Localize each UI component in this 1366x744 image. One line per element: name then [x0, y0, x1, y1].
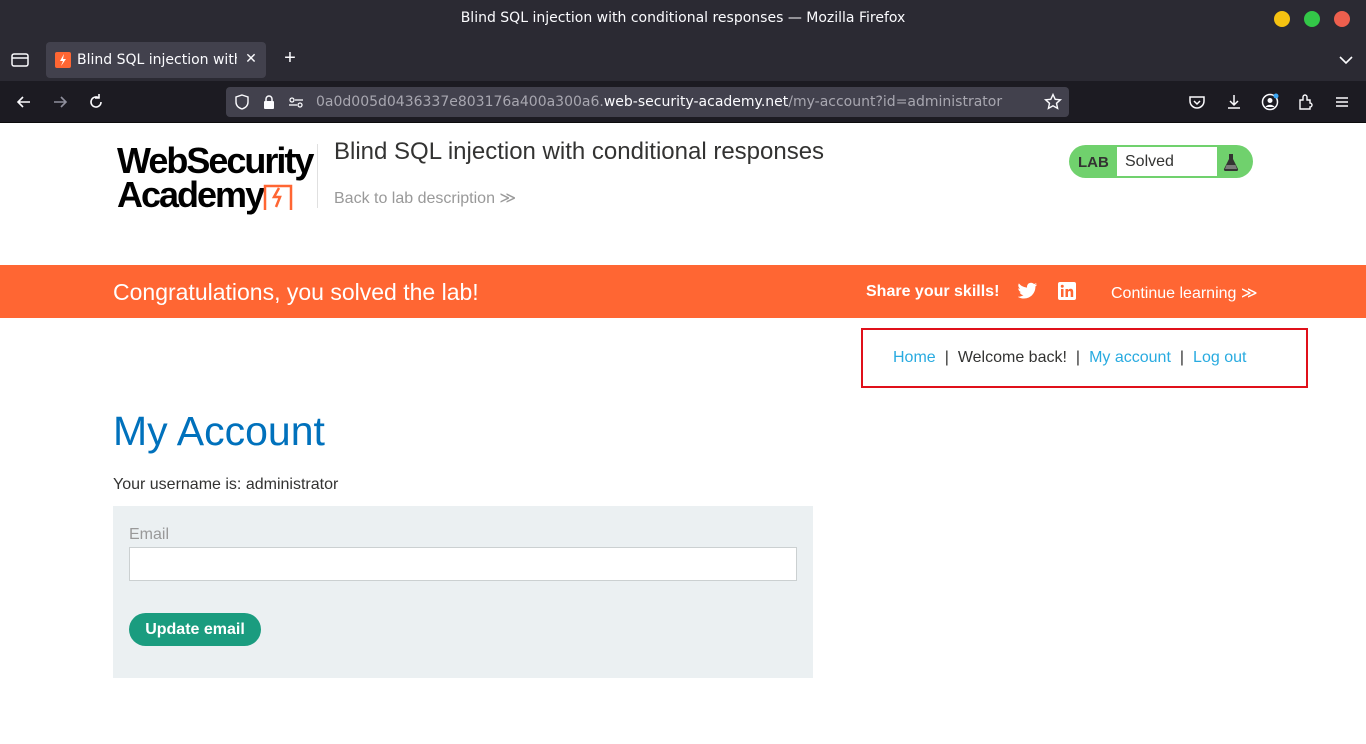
nav-separator: | — [1179, 349, 1185, 366]
header-divider — [317, 144, 318, 208]
lab-status-box: Solved — [1117, 147, 1217, 176]
web-security-academy-logo[interactable]: WebSecurity Academy — [113, 142, 318, 217]
back-icon[interactable] — [14, 92, 34, 112]
lab-status-text: Solved — [1125, 153, 1174, 170]
url-path: /my-account?id=administrator — [788, 94, 1003, 110]
welcome-text: Welcome back! — [957, 349, 1067, 366]
minimize-button[interactable] — [1274, 11, 1290, 27]
maximize-button[interactable] — [1304, 11, 1320, 27]
extensions-icon[interactable] — [1296, 92, 1316, 112]
nav-separator: | — [1075, 349, 1081, 366]
update-email-form: Email Update email — [113, 506, 813, 678]
log-out-link[interactable]: Log out — [1193, 349, 1246, 366]
email-label: Email — [129, 526, 170, 543]
tracking-protection-shield-icon[interactable] — [232, 92, 252, 112]
linkedin-icon[interactable] — [1058, 282, 1076, 300]
username-text: Your username is: administrator — [113, 476, 339, 493]
pocket-icon[interactable] — [1187, 92, 1207, 112]
close-window-button[interactable] — [1334, 11, 1350, 27]
solved-banner: Congratulations, you solved the lab! Sha… — [0, 265, 1366, 318]
lightning-favicon-icon — [55, 52, 71, 68]
url-prefix: 0a0d005d0436337e803176a400a300a6. — [316, 94, 604, 110]
downloads-icon[interactable] — [1224, 92, 1244, 112]
logo-line2: Academy — [117, 174, 265, 215]
lab-status-badge: LAB Solved — [1069, 145, 1253, 178]
menu-hamburger-icon[interactable] — [1332, 92, 1352, 112]
account-nav: Home | Welcome back! | My account | Log out — [893, 349, 1246, 367]
bookmark-star-icon[interactable] — [1043, 92, 1063, 112]
share-skills-label: Share your skills! — [866, 283, 1000, 300]
address-bar[interactable]: 0a0d005d0436337e803176a400a300a6.web-sec… — [226, 87, 1069, 117]
congratulations-message: Congratulations, you solved the lab! — [113, 279, 479, 305]
flask-icon — [1222, 152, 1240, 172]
forward-icon[interactable] — [50, 92, 70, 112]
page-title: My Account — [113, 408, 325, 454]
account-icon[interactable] — [1260, 92, 1280, 112]
page-content: WebSecurity Academy Blind SQL injection … — [0, 124, 1366, 744]
permissions-icon[interactable] — [286, 92, 306, 112]
back-to-lab-description-link[interactable]: Back to lab description ≫ — [334, 188, 516, 208]
tab-title: Blind SQL injection with c — [77, 52, 237, 68]
home-link[interactable]: Home — [893, 349, 936, 366]
nav-separator: | — [944, 349, 949, 366]
logo-lightning-icon — [263, 180, 293, 212]
lab-badge-label: LAB — [1078, 154, 1109, 171]
tab-close-icon[interactable]: ✕ — [242, 50, 260, 68]
tab-active[interactable]: Blind SQL injection with c ✕ — [46, 42, 266, 78]
url-host: web-security-academy.net — [603, 94, 789, 110]
update-email-button[interactable]: Update email — [129, 613, 261, 646]
tab-strip: Blind SQL injection with c ✕ + — [0, 38, 1366, 81]
my-account-link[interactable]: My account — [1089, 349, 1171, 366]
lab-title: Blind SQL injection with conditional res… — [334, 138, 825, 165]
continue-learning-link[interactable]: Continue learning ≫ — [1111, 283, 1258, 303]
lock-icon[interactable] — [259, 92, 279, 112]
twitter-icon[interactable] — [1017, 282, 1038, 300]
url-text: 0a0d005d0436337e803176a400a300a6.web-sec… — [316, 94, 1002, 110]
new-tab-button[interactable]: + — [280, 48, 300, 69]
firefox-view-icon[interactable] — [10, 50, 30, 70]
reload-icon[interactable] — [86, 92, 106, 112]
window-titlebar: Blind SQL injection with conditional res… — [0, 0, 1366, 38]
navigation-toolbar: 0a0d005d0436337e803176a400a300a6.web-sec… — [0, 81, 1366, 123]
list-all-tabs-icon[interactable] — [1336, 50, 1356, 70]
email-field[interactable] — [129, 547, 797, 581]
window-title: Blind SQL injection with conditional res… — [460, 10, 906, 26]
